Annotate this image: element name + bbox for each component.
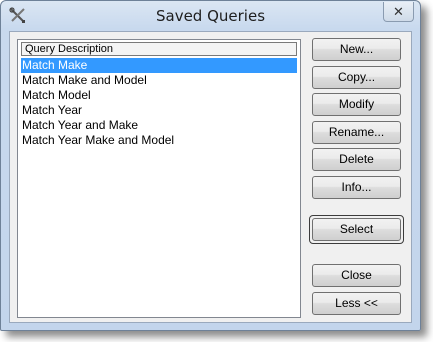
select-button[interactable]: Select [312,218,401,241]
list-item[interactable]: Match Year [21,103,297,118]
close-button[interactable]: Close [312,264,401,287]
dialog-body: Query Description Match Make Match Make … [9,31,412,323]
new-button[interactable]: New... [312,38,401,61]
delete-button[interactable]: Delete [312,148,401,171]
query-list[interactable]: Query Description Match Make Match Make … [17,39,301,318]
copy-button[interactable]: Copy... [312,66,401,89]
close-icon: ✕ [393,3,404,19]
list-item[interactable]: Match Make and Model [21,73,297,88]
list-item[interactable]: Match Model [21,88,297,103]
saved-queries-dialog: Saved Queries ✕ Query Description Match … [0,0,421,331]
less-button[interactable]: Less << [312,292,401,315]
modify-button[interactable]: Modify [312,93,401,116]
window-title: Saved Queries [155,7,266,25]
list-item[interactable]: Match Year Make and Model [21,133,297,148]
select-button-default-frame: Select [309,215,404,244]
list-item[interactable]: Match Year and Make [21,118,297,133]
list-items: Match Make Match Make and Model Match Mo… [21,58,297,148]
info-button[interactable]: Info... [312,176,401,199]
list-item[interactable]: Match Make [21,58,297,73]
title-bar[interactable]: Saved Queries ✕ [1,1,420,31]
rename-button[interactable]: Rename... [312,121,401,144]
close-window-button[interactable]: ✕ [383,2,414,22]
list-column-header[interactable]: Query Description [21,42,297,56]
